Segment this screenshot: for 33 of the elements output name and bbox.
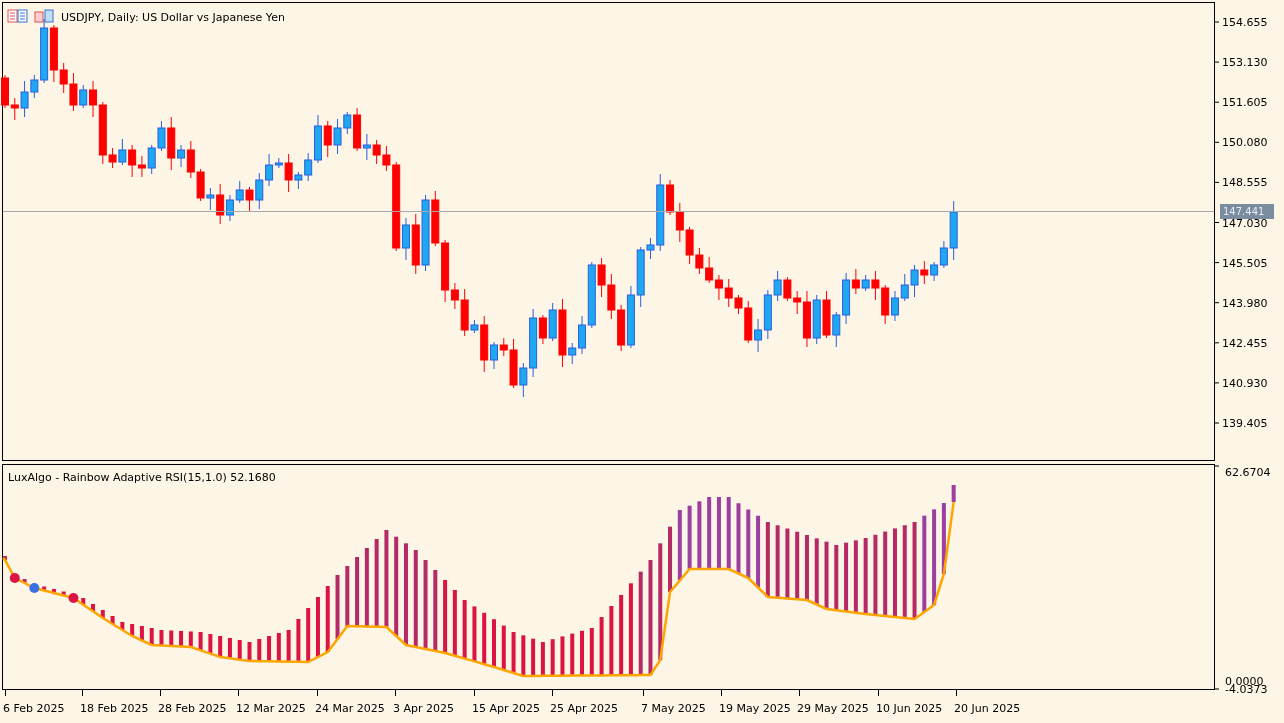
date-label: 7 May 2025 bbox=[641, 702, 706, 715]
date-label: 25 Apr 2025 bbox=[550, 702, 618, 715]
price-label: 153.130 bbox=[1222, 56, 1268, 70]
grid-icon[interactable] bbox=[7, 9, 28, 23]
price-label: 139.405 bbox=[1222, 417, 1268, 430]
date-label: 18 Feb 2025 bbox=[80, 702, 149, 715]
price-label: 142.455 bbox=[1222, 336, 1268, 350]
signal-dot bbox=[29, 583, 40, 593]
date-label: 3 Apr 2025 bbox=[393, 702, 454, 715]
date-label: 29 May 2025 bbox=[797, 702, 869, 715]
price-label: 151.605 bbox=[1222, 96, 1268, 110]
indicator-label: 62.6704 bbox=[1225, 466, 1271, 479]
signal-dot bbox=[9, 573, 20, 583]
current-price-tag: 147.441 bbox=[1220, 204, 1274, 219]
price-label: 147.030 bbox=[1222, 216, 1268, 230]
price-label: 150.080 bbox=[1222, 136, 1268, 150]
date-label: 15 Apr 2025 bbox=[472, 702, 540, 715]
date-label: 12 Mar 2025 bbox=[236, 702, 306, 715]
price-label: 145.505 bbox=[1222, 256, 1268, 270]
signal-dot bbox=[68, 593, 79, 603]
price-label: 154.655 bbox=[1222, 16, 1268, 29]
date-label: 10 Jun 2025 bbox=[876, 702, 943, 715]
indicator-title: LuxAlgo - Rainbow Adaptive RSI(15,1.0) 52.1680 bbox=[8, 471, 276, 484]
chart-title: USDJPY, Daily: US Dollar vs Japanese Yen bbox=[61, 11, 285, 24]
date-label: 20 Jun 2025 bbox=[954, 702, 1021, 715]
date-label: 28 Feb 2025 bbox=[158, 702, 227, 715]
price-label: 140.930 bbox=[1222, 376, 1268, 390]
date-label: 24 Mar 2025 bbox=[315, 702, 385, 715]
date-label: 19 May 2025 bbox=[719, 702, 791, 715]
date-label: 6 Feb 2025 bbox=[3, 702, 65, 715]
price-label: 148.555 bbox=[1222, 176, 1268, 190]
candles-icon[interactable] bbox=[34, 9, 54, 23]
price-label: 143.980 bbox=[1222, 296, 1268, 310]
